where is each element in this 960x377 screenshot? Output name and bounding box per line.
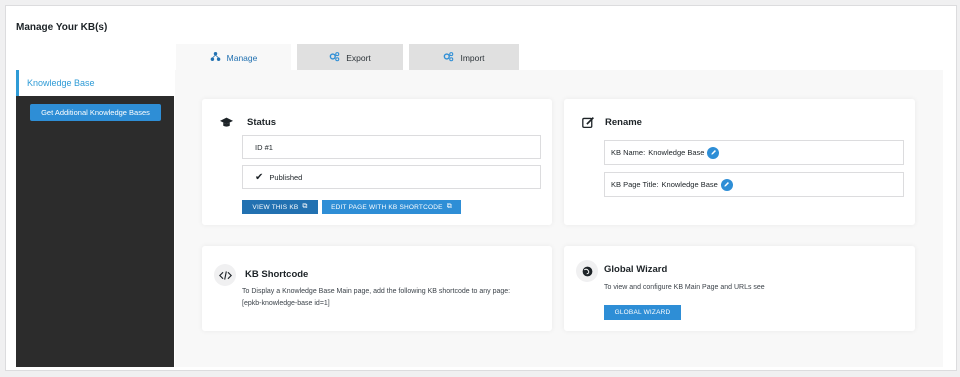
global-wizard-card: Global Wizard To view and configure KB M… [564, 246, 915, 331]
kb-id: ID #1 [255, 142, 273, 152]
pencil-icon[interactable] [720, 178, 733, 191]
page-title: Manage Your KB(s) [16, 22, 108, 33]
shortcode-card: KB Shortcode To Display a Knowledge Base… [202, 246, 552, 331]
tab-label: Import [460, 52, 485, 63]
rename-title: Rename [605, 117, 642, 128]
view-kb-label: VIEW THIS KB [252, 203, 299, 211]
status-card: Status ID #1 ✔ Published VIEW THIS KB ⧉ … [202, 99, 552, 225]
edit-page-label: EDIT PAGE WITH KB SHORTCODE [331, 203, 443, 211]
checkmark-icon: ✔ [255, 171, 264, 183]
kb-name-value: Knowledge Base [648, 148, 705, 157]
kb-status-row: ✔ Published [242, 165, 541, 189]
edit-page-shortcode-button[interactable]: EDIT PAGE WITH KB SHORTCODE ⧉ [322, 200, 461, 214]
kb-page-title-label: KB Page Title: [611, 180, 659, 189]
gears-icon [443, 51, 454, 64]
status-value: Published [269, 172, 303, 182]
kb-sidebar: Knowledge Base Get Additional Knowledge … [16, 70, 174, 367]
kb-name-row: KB Name: Knowledge Base [604, 140, 904, 165]
get-additional-kb-button[interactable]: Get Additional Knowledge Bases [30, 104, 161, 121]
tab-import[interactable]: Import [409, 44, 519, 71]
global-wizard-description: To view and configure KB Main Page and U… [604, 284, 765, 291]
graduation-cap-icon [216, 112, 236, 132]
shortcode-code: [epkb-knowledge-base id=1] [242, 300, 330, 307]
tab-manage[interactable]: Manage [176, 44, 291, 71]
external-link-icon: ⧉ [446, 203, 452, 210]
external-link-icon: ⧉ [302, 203, 308, 210]
sidebar-item-knowledge-base[interactable]: Knowledge Base [16, 70, 174, 96]
kb-page-title-value: Knowledge Base [661, 180, 718, 189]
manage-panel: Status ID #1 ✔ Published VIEW THIS KB ⧉ … [175, 70, 943, 367]
tab-label: Manage [226, 52, 258, 63]
global-wizard-button[interactable]: GLOBAL WIZARD [604, 305, 681, 320]
view-kb-button[interactable]: VIEW THIS KB ⧉ [242, 200, 318, 214]
shortcode-title: KB Shortcode [245, 269, 309, 280]
kb-page-title-row: KB Page Title: Knowledge Base [604, 172, 904, 197]
tab-label: Export [346, 52, 371, 63]
kb-structure-icon [210, 51, 221, 64]
status-title: Status [247, 117, 277, 128]
code-icon [214, 264, 236, 286]
kb-id-row: ID #1 [242, 135, 541, 159]
global-wizard-title: Global Wizard [604, 264, 668, 275]
global-wizard-label: GLOBAL WIZARD [614, 309, 671, 316]
globe-icon [576, 260, 598, 282]
rename-card: Rename KB Name: Knowledge Base KB Page T… [564, 99, 915, 225]
shortcode-description: To Display a Knowledge Base Main page, a… [242, 288, 511, 295]
tab-export[interactable]: Export [297, 44, 403, 71]
kb-name-label: KB Name: [611, 148, 646, 157]
gears-icon [329, 51, 340, 64]
pencil-icon[interactable] [707, 146, 720, 159]
edit-square-icon [578, 112, 598, 132]
